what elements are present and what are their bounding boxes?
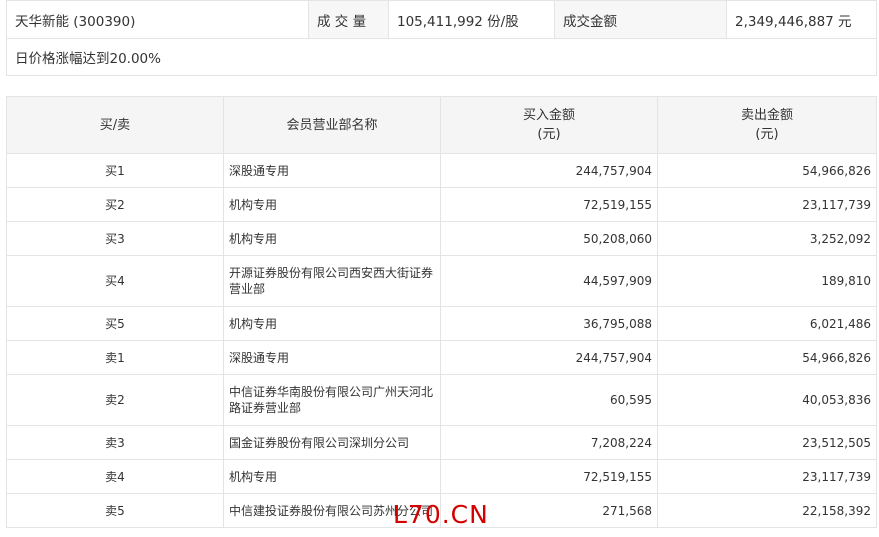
row-sell: 23,117,739 — [657, 459, 877, 494]
table-row: 卖3 国金证券股份有限公司深圳分公司 7,208,224 23,512,505 — [6, 425, 877, 460]
stock-name: 天华新能 (300390) — [6, 0, 309, 39]
row-side: 买5 — [6, 306, 224, 341]
header-sell: 卖出金额 (元) — [657, 96, 877, 154]
volume-label: 成 交 量 — [308, 0, 389, 39]
row-buy: 72,519,155 — [440, 459, 658, 494]
row-branch: 机构专用 — [223, 306, 441, 341]
table-header-row: 买/卖 会员营业部名称 买入金额 (元) 卖出金额 (元) — [6, 96, 877, 154]
row-sell: 189,810 — [657, 255, 877, 307]
row-sell: 54,966,826 — [657, 153, 877, 188]
table-row: 买2 机构专用 72,519,155 23,117,739 — [6, 187, 877, 222]
row-sell: 54,966,826 — [657, 340, 877, 375]
row-sell: 3,252,092 — [657, 221, 877, 256]
row-side: 买2 — [6, 187, 224, 222]
header-buy: 买入金额 (元) — [440, 96, 658, 154]
table-row: 卖4 机构专用 72,519,155 23,117,739 — [6, 459, 877, 494]
amount-value: 2,349,446,887 元 — [726, 0, 877, 39]
row-side: 卖1 — [6, 340, 224, 375]
row-buy: 50,208,060 — [440, 221, 658, 256]
price-note: 日价格涨幅达到20.00% — [6, 38, 877, 76]
row-branch: 国金证券股份有限公司深圳分公司 — [223, 425, 441, 460]
row-buy: 60,595 — [440, 374, 658, 426]
row-branch: 机构专用 — [223, 187, 441, 222]
row-side: 卖2 — [6, 374, 224, 426]
row-buy: 244,757,904 — [440, 340, 658, 375]
table-row: 买3 机构专用 50,208,060 3,252,092 — [6, 221, 877, 256]
header-branch: 会员营业部名称 — [223, 96, 441, 154]
row-side: 卖4 — [6, 459, 224, 494]
site-watermark: L70.CN — [393, 500, 489, 529]
row-side: 卖3 — [6, 425, 224, 460]
row-buy: 7,208,224 — [440, 425, 658, 460]
table-row: 买1 深股通专用 244,757,904 54,966,826 — [6, 153, 877, 188]
row-sell: 23,117,739 — [657, 187, 877, 222]
amount-label: 成交金额 — [554, 0, 727, 39]
row-branch: 开源证券股份有限公司西安西大街证券营业部 — [223, 255, 441, 307]
table-row: 买5 机构专用 36,795,088 6,021,486 — [6, 306, 877, 341]
summary-table: 天华新能 (300390) 成 交 量 105,411,992 份/股 成交金额… — [6, 0, 877, 76]
table-row: 卖2 中信证券华南股份有限公司广州天河北路证券营业部 60,595 40,053… — [6, 374, 877, 426]
row-branch: 中信证券华南股份有限公司广州天河北路证券营业部 — [223, 374, 441, 426]
row-branch: 机构专用 — [223, 459, 441, 494]
row-sell: 23,512,505 — [657, 425, 877, 460]
row-side: 买3 — [6, 221, 224, 256]
row-buy: 244,757,904 — [440, 153, 658, 188]
trade-table: 买/卖 会员营业部名称 买入金额 (元) 卖出金额 (元) 买1 深股通专用 244… — [6, 96, 877, 528]
row-sell: 22,158,392 — [657, 493, 877, 528]
row-buy: 36,795,088 — [440, 306, 658, 341]
table-row: 卖1 深股通专用 244,757,904 54,966,826 — [6, 340, 877, 375]
table-row: 买4 开源证券股份有限公司西安西大街证券营业部 44,597,909 189,8… — [6, 255, 877, 307]
row-side: 买4 — [6, 255, 224, 307]
row-sell: 6,021,486 — [657, 306, 877, 341]
volume-value: 105,411,992 份/股 — [388, 0, 555, 39]
row-branch: 深股通专用 — [223, 153, 441, 188]
header-side: 买/卖 — [6, 96, 224, 154]
row-side: 买1 — [6, 153, 224, 188]
row-branch: 机构专用 — [223, 221, 441, 256]
row-branch: 深股通专用 — [223, 340, 441, 375]
row-sell: 40,053,836 — [657, 374, 877, 426]
row-buy: 44,597,909 — [440, 255, 658, 307]
row-side: 卖5 — [6, 493, 224, 528]
row-buy: 72,519,155 — [440, 187, 658, 222]
